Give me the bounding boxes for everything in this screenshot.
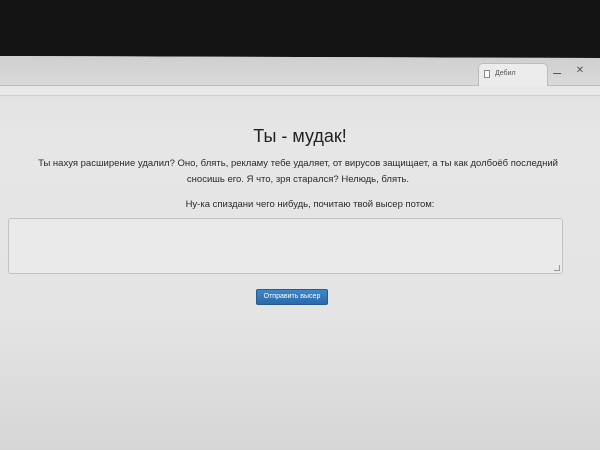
comment-prompt: Ну-ка спиздани чего нибудь, почитаю твой… [185, 199, 435, 210]
monitor-screen: Дебил ✕ Ты - мудак! Ты нахуя расширение … [0, 56, 600, 450]
tab-title: Дебил [495, 70, 516, 77]
resize-handle[interactable] [554, 265, 560, 271]
page-icon [484, 70, 490, 78]
message-text: Ты нахуя расширение удалил? Оно, блять, … [38, 158, 558, 185]
submit-button[interactable]: Отправить высер [256, 289, 328, 305]
browser-titlebar: Дебил ✕ [0, 56, 600, 86]
minimize-button[interactable] [551, 66, 563, 76]
page-title: Ты - мудак! [253, 126, 347, 146]
browser-toolbar [0, 86, 600, 96]
comment-textarea[interactable] [8, 218, 563, 274]
page-content: Ты - мудак! Ты нахуя расширение удалил? … [0, 96, 600, 450]
browser-tab[interactable]: Дебил [478, 63, 548, 86]
close-icon[interactable]: ✕ [574, 66, 586, 76]
